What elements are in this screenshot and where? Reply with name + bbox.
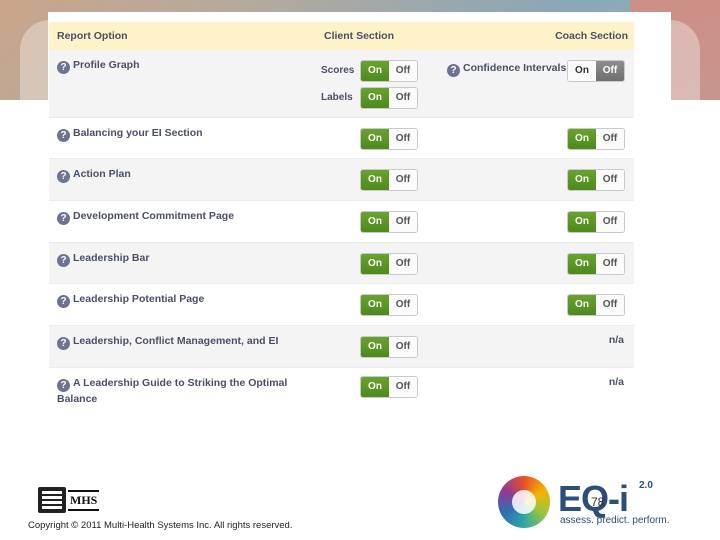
toggle-on[interactable]: On [361, 295, 389, 315]
toggle-off[interactable]: Off [389, 170, 417, 190]
row-label: ? A Leadership Guide to Striking the Opti… [57, 377, 288, 405]
row-development-commitment: ? Development Commitment Page On Off On O… [49, 201, 634, 243]
toggle-client[interactable]: On Off [360, 294, 418, 316]
report-options-table: Report Option Client Section Coach Secti… [49, 22, 634, 412]
toggle-client[interactable]: On Off [360, 336, 418, 358]
row-label: ? Profile Graph [57, 58, 297, 74]
toggle-off[interactable]: Off [596, 129, 624, 149]
row-label: ? Balancing your EI Section [57, 126, 297, 142]
row-label: ? Development Commitment Page [57, 209, 297, 225]
toggle-coach[interactable]: On Off [567, 169, 625, 191]
toggle-off[interactable]: Off [596, 254, 624, 274]
toggle-on[interactable]: On [361, 129, 389, 149]
copyright-text: Copyright © 2011 Multi-Health Systems In… [28, 520, 293, 531]
toggle-coach[interactable]: On Off [567, 211, 625, 233]
toggle-on[interactable]: On [568, 170, 596, 190]
toggle-client[interactable]: On Off [360, 253, 418, 275]
coach-not-applicable: n/a [608, 334, 624, 346]
eq-flower-icon [498, 476, 550, 528]
toggle-client[interactable]: On Off [360, 128, 418, 150]
eq-tagline: assess. predict. perform. [560, 515, 670, 526]
toggle-off[interactable]: Off [389, 88, 417, 108]
row-leadership-guide: ? A Leadership Guide to Striking the Opti… [49, 368, 634, 412]
toggle-on[interactable]: On [568, 129, 596, 149]
toggle-off[interactable]: Off [389, 295, 417, 315]
question-circle-icon[interactable]: ? [447, 64, 460, 77]
toggle-on[interactable]: On [361, 337, 389, 357]
toggle-on[interactable]: On [361, 170, 389, 190]
header-client-section: Client Section [323, 30, 394, 42]
mhs-logo: MHS [38, 487, 100, 513]
question-circle-icon[interactable]: ? [57, 337, 70, 350]
toggle-on[interactable]: On [568, 295, 596, 315]
toggle-coach[interactable]: On Off [567, 128, 625, 150]
toggle-profile-graph-scores[interactable]: On Off [360, 60, 418, 82]
row-label: ? Leadership Potential Page [57, 292, 297, 308]
toggle-coach[interactable]: On Off [567, 253, 625, 275]
toggle-on[interactable]: On [568, 254, 596, 274]
mhs-emblem-icon [38, 487, 66, 513]
toggle-off[interactable]: Off [596, 61, 624, 81]
toggle-off[interactable]: Off [389, 129, 417, 149]
toggle-off[interactable]: Off [389, 377, 417, 397]
toggle-profile-graph-labels[interactable]: On Off [360, 87, 418, 109]
header-report-option: Report Option [57, 30, 128, 42]
question-circle-icon[interactable]: ? [57, 379, 70, 392]
question-circle-icon[interactable]: ? [57, 212, 70, 225]
coach-not-applicable: n/a [608, 376, 624, 388]
toggle-off[interactable]: Off [596, 170, 624, 190]
toggle-confidence-intervals[interactable]: On Off [567, 60, 625, 82]
toggle-on[interactable]: On [361, 377, 389, 397]
confidence-intervals-label: ? Confidence Intervals [447, 62, 566, 77]
toggle-off[interactable]: Off [389, 254, 417, 274]
row-leadership-bar: ? Leadership Bar On Off On Off [49, 243, 634, 284]
toggle-off[interactable]: Off [389, 212, 417, 232]
table-header: Report Option Client Section Coach Secti… [49, 22, 634, 50]
row-leadership-conflict: ? Leadership, Conflict Management, and EI… [49, 326, 634, 368]
toggle-on[interactable]: On [361, 212, 389, 232]
question-circle-icon[interactable]: ? [57, 295, 70, 308]
toggle-client[interactable]: On Off [360, 376, 418, 398]
toggle-client[interactable]: On Off [360, 169, 418, 191]
row-leadership-potential: ? Leadership Potential Page On Off On Off [49, 284, 634, 326]
toggle-off[interactable]: Off [389, 337, 417, 357]
question-circle-icon[interactable]: ? [57, 61, 70, 74]
toggle-off[interactable]: Off [596, 295, 624, 315]
toggle-on[interactable]: On [361, 61, 389, 81]
eq-logo-version: 2.0 [639, 480, 653, 491]
scores-label: Scores [321, 65, 355, 76]
toggle-on[interactable]: On [568, 212, 596, 232]
question-circle-icon[interactable]: ? [57, 254, 70, 267]
row-label: ? Action Plan [57, 167, 297, 183]
toggle-coach[interactable]: On Off [567, 294, 625, 316]
toggle-off[interactable]: Off [389, 61, 417, 81]
mhs-logo-text: MHS [68, 489, 100, 511]
labels-label: Labels [321, 92, 353, 103]
toggle-client[interactable]: On Off [360, 211, 418, 233]
row-profile-graph: ? Profile Graph Scores On Off Labels On O… [49, 50, 634, 118]
row-balancing-ei: ? Balancing your EI Section On Off On Off [49, 118, 634, 159]
page-number: 78 [591, 495, 605, 509]
toggle-on[interactable]: On [361, 254, 389, 274]
row-action-plan: ? Action Plan On Off On Off [49, 159, 634, 201]
question-circle-icon[interactable]: ? [57, 129, 70, 142]
toggle-on[interactable]: On [568, 61, 596, 81]
row-label: ? Leadership, Conflict Management, and EI [57, 334, 297, 350]
row-label: ? Leadership Bar [57, 251, 297, 267]
toggle-off[interactable]: Off [596, 212, 624, 232]
toggle-on[interactable]: On [361, 88, 389, 108]
header-coach-section: Coach Section [555, 30, 628, 42]
question-circle-icon[interactable]: ? [57, 170, 70, 183]
